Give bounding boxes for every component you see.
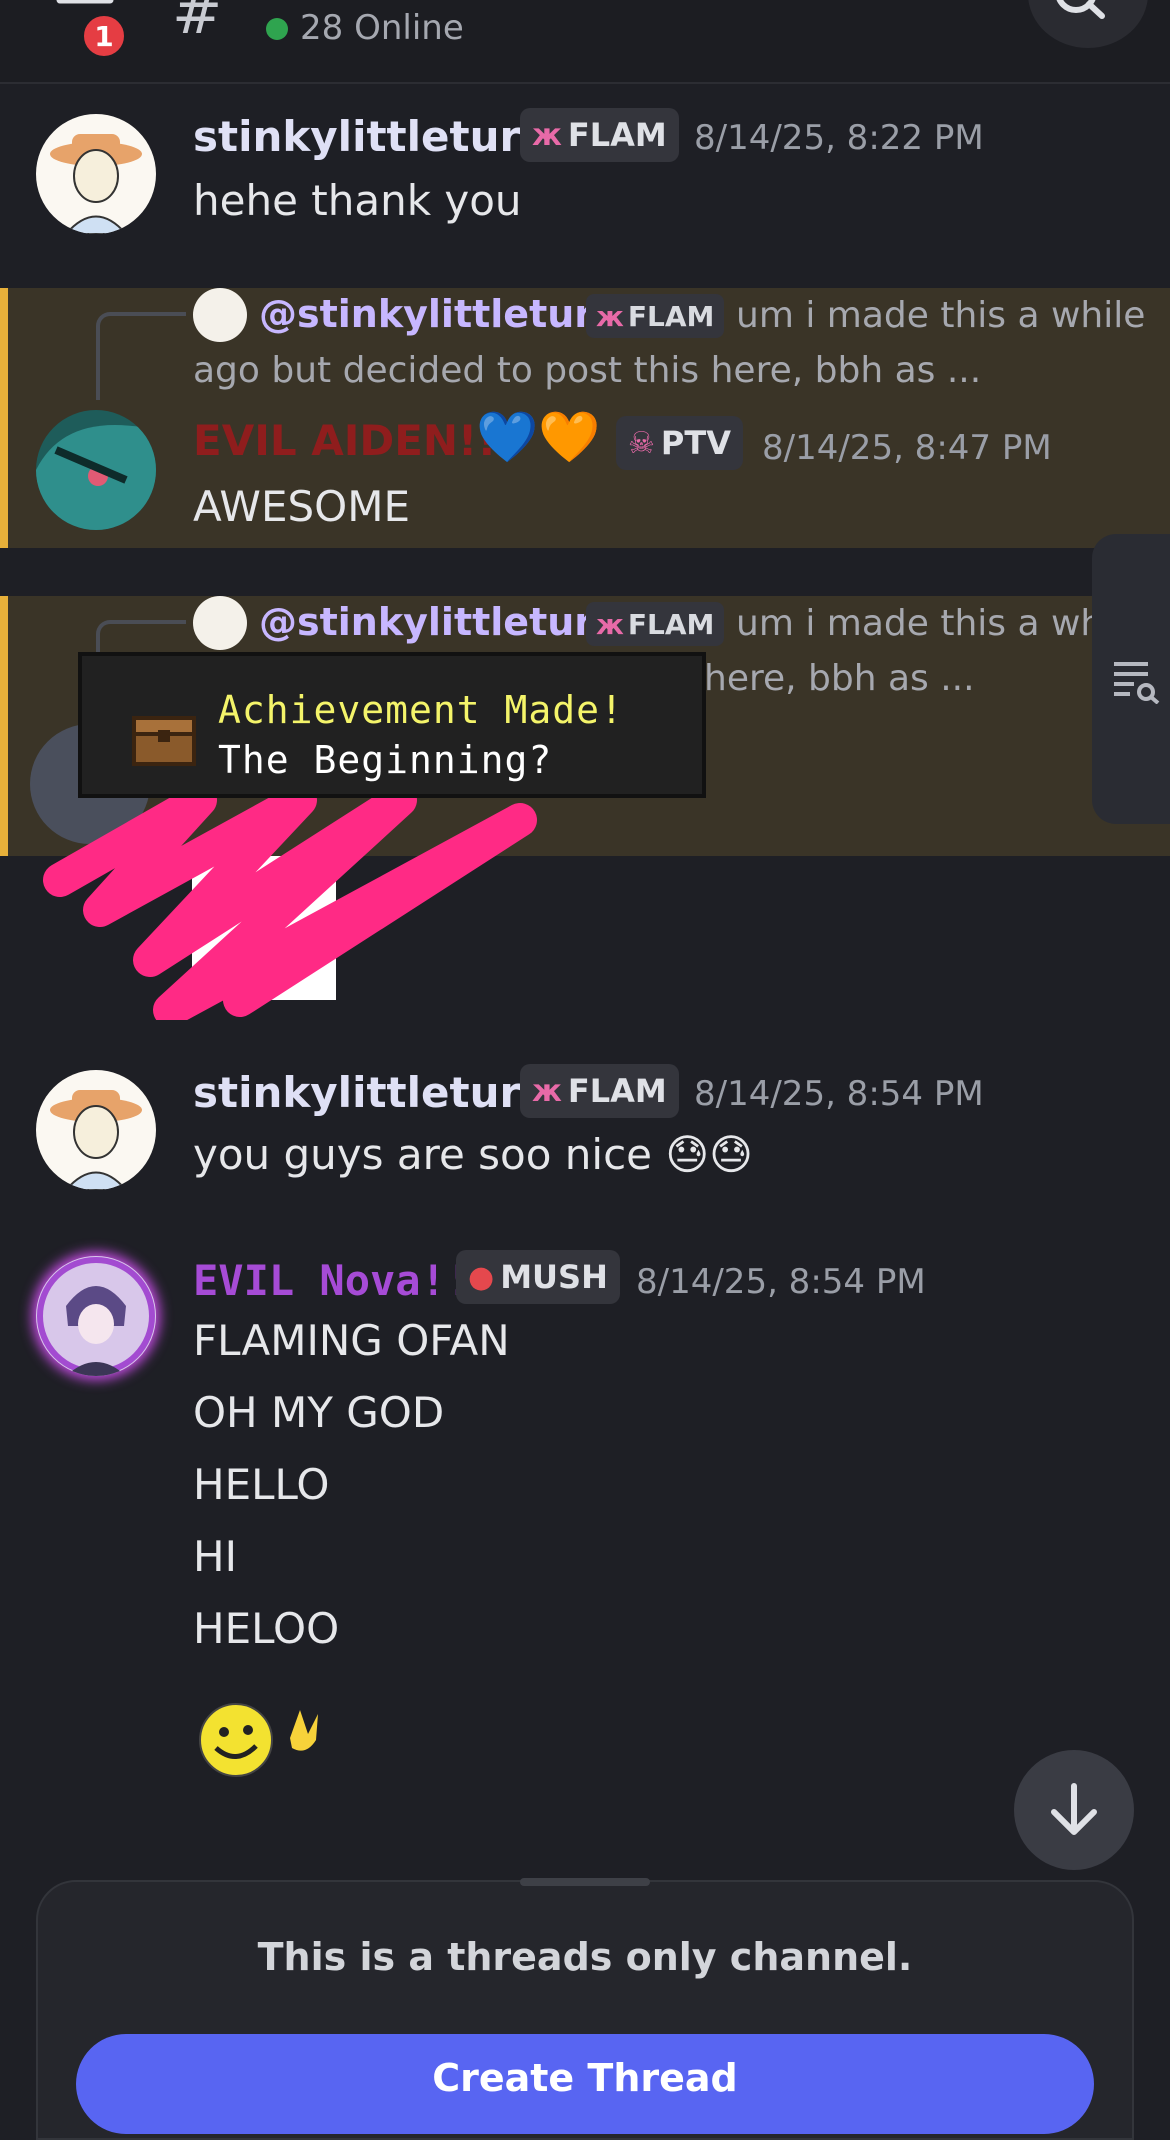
reply-mention[interactable]: @stinkylittleturd	[259, 292, 620, 336]
username[interactable]: EVIL AIDEN!!	[193, 416, 496, 465]
smiley-wave-emoji	[199, 1703, 318, 1777]
reply-preview-cont[interactable]: ago but decided to post this here, bbh a…	[193, 350, 981, 391]
scroll-to-bottom-button[interactable]	[1014, 1750, 1134, 1870]
message-text: OH MY GOD	[193, 1388, 445, 1437]
mushroom-icon: ●	[468, 1259, 495, 1295]
reply-role-tag-label: FLAM	[627, 607, 715, 641]
channel-hash-icon: #	[172, 0, 223, 48]
panel-handle[interactable]	[520, 1878, 650, 1886]
butterfly-icon: ж	[532, 1073, 562, 1109]
role-tag-label: MUSH	[500, 1258, 608, 1296]
online-count: 28 Online	[300, 8, 464, 48]
cowboy-avatar-icon	[50, 1090, 142, 1190]
message-text: HELOO	[193, 1604, 340, 1653]
reply-mention[interactable]: @stinkylittleturd	[259, 600, 620, 644]
message-text: HI	[193, 1532, 237, 1581]
message-text: HELLO	[193, 1460, 330, 1509]
role-tag: ж FLAM	[520, 1064, 679, 1118]
heart-emoji: 💙🧡	[476, 408, 601, 466]
butterfly-icon: ж	[596, 299, 624, 333]
reply-preview[interactable]: um i made this a wh	[736, 603, 1103, 644]
threads-only-notice: This is a threads only channel.	[257, 1935, 913, 1979]
reply-preview-cont[interactable]: here, bbh as ...	[704, 658, 975, 699]
reply-avatar	[193, 596, 247, 650]
username[interactable]: EVIL Nova!!	[193, 1256, 471, 1305]
thread-search-tab[interactable]	[1092, 534, 1170, 824]
achievement-subtitle: The Beginning?	[218, 738, 553, 782]
username[interactable]: stinkylittleturd	[193, 1068, 550, 1117]
character-avatar-icon	[36, 425, 156, 530]
message-text: you guys are soo nice 😓😓	[193, 1130, 753, 1179]
arrow-down-icon	[1051, 1783, 1097, 1835]
reply-avatar	[193, 288, 247, 342]
create-thread-button[interactable]: Create Thread	[76, 2034, 1094, 2134]
cowboy-avatar-icon	[50, 134, 142, 234]
message-text: hehe thank you	[193, 176, 522, 225]
search-icon	[1056, 0, 1105, 19]
reply-connector	[96, 312, 186, 400]
anime-avatar-icon	[37, 1257, 155, 1376]
role-tag: ☠ PTV	[616, 416, 743, 470]
reply-preview[interactable]: um i made this a while	[736, 295, 1145, 336]
avatar[interactable]	[36, 410, 156, 530]
notification-badge: 1	[80, 12, 128, 60]
avatar[interactable]	[36, 1070, 156, 1190]
butterfly-icon: ж	[532, 117, 562, 153]
role-tag: ж FLAM	[520, 108, 679, 162]
achievement-title: Achievement Made!	[218, 688, 624, 732]
role-tag: ● MUSH	[456, 1250, 620, 1304]
online-status-icon	[266, 18, 288, 40]
chest-icon	[132, 716, 196, 766]
reply-role-tag: ж FLAM	[586, 602, 725, 646]
timestamp: 8/14/25, 8:54 PM	[694, 1074, 984, 1114]
timestamp: 8/14/25, 8:54 PM	[636, 1262, 926, 1302]
avatar[interactable]	[36, 1256, 156, 1376]
role-tag-label: FLAM	[567, 1072, 667, 1110]
skull-icon: ☠	[628, 425, 655, 461]
timestamp: 8/14/25, 8:47 PM	[762, 428, 1052, 468]
butterfly-icon: ж	[596, 607, 624, 641]
timestamp: 8/14/25, 8:22 PM	[694, 118, 984, 158]
avatar[interactable]	[36, 114, 156, 234]
message-text: AWESOME	[193, 482, 410, 531]
reply-role-tag-label: FLAM	[627, 299, 715, 333]
reply-role-tag: ж FLAM	[586, 294, 725, 338]
username[interactable]: stinkylittleturd	[193, 112, 550, 161]
scribble-overlay	[43, 783, 537, 1020]
message-text: FLAMING OFAN	[193, 1316, 510, 1365]
role-tag-label: FLAM	[567, 116, 667, 154]
role-tag-label: PTV	[660, 424, 731, 462]
list-search-icon	[1114, 662, 1160, 704]
